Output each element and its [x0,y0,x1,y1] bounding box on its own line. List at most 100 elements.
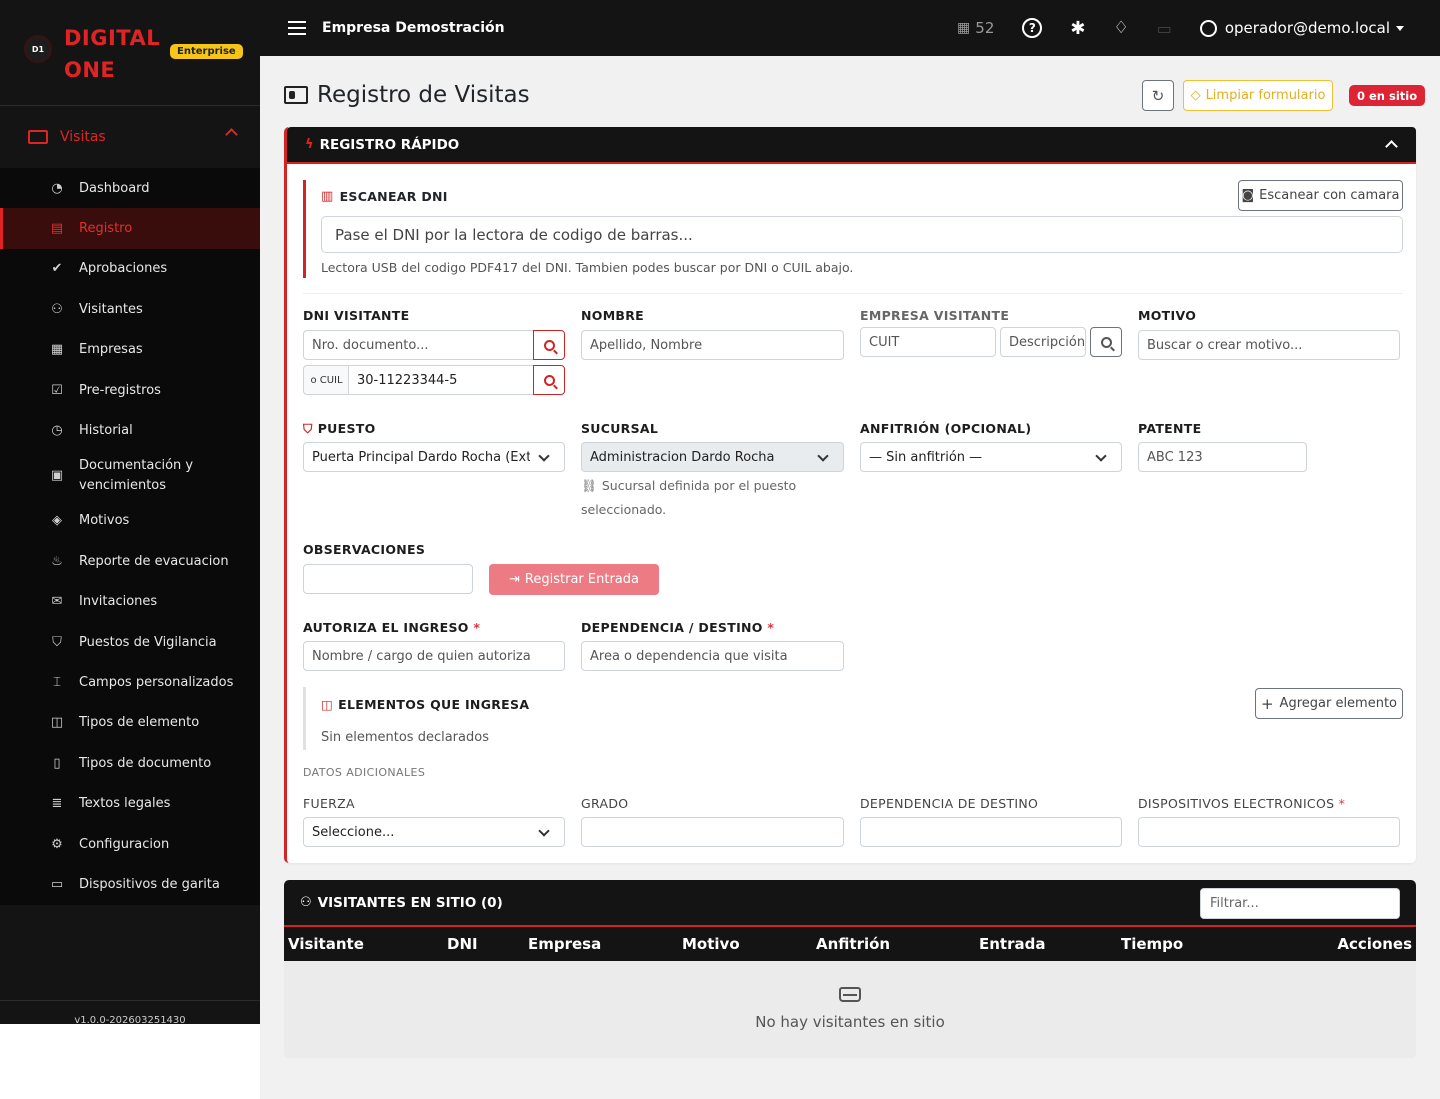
sidebar-item-label: Aprobaciones [79,261,168,277]
sidebar-item-label: Invitaciones [79,594,158,610]
question-icon: ? [1022,18,1043,38]
puesto-value: Puerta Principal Dardo Rocha (Exterior) [312,449,530,465]
fuerza-select[interactable]: Seleccione... [303,817,565,847]
brand-name-line2: ONE [64,58,116,82]
cuit-input[interactable]: CUIT [860,327,996,357]
column-header[interactable]: Visitante [288,935,364,953]
observaciones-label: OBSERVACIONES [303,542,426,557]
sidebar-item-evacuacion[interactable]: ♨ Reporte de evacuacion [0,541,260,581]
dni-search-button[interactable] [533,330,565,360]
autoriza-label: AUTORIZA EL INGRESO * [303,620,480,635]
on-site-badge: 0 en sitio [1349,85,1426,106]
motivo-input[interactable]: Buscar o crear motivo... [1138,330,1400,360]
sidebar-item-puestos[interactable]: ⛉ Puestos de Vigilancia [0,622,260,662]
sidebar-item-campos[interactable]: ⌶ Campos personalizados [0,662,260,702]
sidebar-item-empresas[interactable]: ▦ Empresas [0,330,260,370]
visitors-empty-state: No hay visitantes en sitio [284,961,1416,1031]
empresa-descripcion-input[interactable]: Descripción [1000,327,1086,357]
user-email: operador@demo.local [1224,19,1390,37]
plus-icon: + [1260,694,1274,713]
autoriza-input[interactable]: Nombre / cargo de quien autoriza [303,641,565,671]
menu-toggle-icon[interactable] [288,21,306,35]
quick-register-card: ϟ REGISTRO RÁPIDO ▥ ESCANEAR DNI ◙ Escanea… [284,127,1416,863]
help-button[interactable]: ? [1022,18,1043,38]
chevron-up-icon[interactable] [1385,140,1398,153]
add-element-button[interactable]: + Agregar elemento [1255,688,1403,719]
nav-group-visitas[interactable]: Visitas [0,106,260,168]
tablet-icon: ▭ [50,876,64,892]
nav-group-label: Visitas [60,129,106,145]
motivo-label: MOTIVO [1138,308,1197,323]
clear-form-button[interactable]: ◇ Limpiar formulario [1183,80,1333,111]
clear-form-label: Limpiar formulario [1205,88,1326,103]
cuil-search-button[interactable] [533,365,565,395]
scan-camera-button[interactable]: ◙ Escanear con camara [1238,180,1403,211]
sidebar-item-visitantes[interactable]: ⚇ Visitantes [0,289,260,329]
search-icon [1100,336,1112,348]
column-header[interactable]: Tiempo [1121,935,1183,953]
file-text-icon: ≣ [51,796,63,812]
plan-badge: Enterprise [170,44,243,59]
box-icon: ◫ [50,715,64,731]
dispositivos-input[interactable] [1138,817,1400,847]
scan-help-text: Lectora USB del codigo PDF417 del DNI. T… [321,260,854,275]
barcode-scan-input[interactable]: Pase el DNI por la lectora de codigo de … [321,216,1403,253]
sidebar-item-label: Puestos de Vigilancia [79,634,217,650]
extra-data-title: DATOS ADICIONALES [303,766,426,779]
sidebar-item-aprobaciones[interactable]: ✔ Aprobaciones [0,249,260,289]
sucursal-help: ⛓ Sucursal definida por el puesto selecci… [581,474,821,522]
nombre-input[interactable]: Apellido, Nombre [581,330,844,360]
chat-button[interactable]: ▭ [1157,19,1172,38]
brand-name-line1: DIGITAL [64,26,161,50]
cuil-input[interactable]: 30-11223344-5 [348,365,534,395]
link-icon: ⛓ [581,478,597,493]
sidebar-item-pre-registros[interactable]: ☑ Pre-registros [0,370,260,410]
sidebar-item-label: Motivos [79,513,130,529]
quick-register-header[interactable]: ϟ REGISTRO RÁPIDO [287,127,1416,164]
column-header[interactable]: Motivo [682,935,740,953]
bug-report-button[interactable]: ✱ [1070,18,1085,39]
sidebar-item-invitaciones[interactable]: ✉ Invitaciones [0,582,260,622]
visitors-filter-input[interactable]: Filtrar... [1200,888,1400,919]
refresh-button[interactable]: ↻ [1142,80,1174,111]
sidebar-item-configuracion[interactable]: ⚙ Configuracion [0,824,260,864]
chat-icon: ▭ [1156,18,1172,38]
puesto-select[interactable]: Puerta Principal Dardo Rocha (Exterior) [303,442,565,472]
sidebar-item-motivos[interactable]: ◈ Motivos [0,501,260,541]
patente-input[interactable]: ABC 123 [1138,442,1307,472]
dep-destino-input[interactable] [860,817,1122,847]
sidebar-item-tipos-elemento[interactable]: ◫ Tipos de elemento [0,703,260,743]
user-menu[interactable]: operador@demo.local [1199,19,1404,37]
empresa-search-button[interactable] [1090,327,1122,357]
sidebar-item-tipos-documento[interactable]: ▯ Tipos de documento [0,743,260,783]
column-header[interactable]: Entrada [979,935,1045,953]
sidebar-item-registro[interactable]: ▤ Registro [0,208,260,249]
file-icon: ▯ [53,755,61,771]
sidebar-item-documentacion[interactable]: ▣ Documentación y vencimientos [0,451,260,501]
sidebar-item-dispositivos[interactable]: ▭ Dispositivos de garita [0,864,260,904]
sidebar-item-dashboard[interactable]: ◔ Dashboard [0,168,260,208]
observaciones-input[interactable] [303,564,473,594]
register-entry-button[interactable]: ⇥ Registrar Entrada [489,564,659,595]
gear-icon: ⚙ [51,836,63,852]
column-header[interactable]: Empresa [528,935,601,953]
elements-title-text: ELEMENTOS QUE INGRESA [338,697,530,712]
dependencia-input[interactable]: Area o dependencia que visita [581,641,844,671]
buildings-counter[interactable]: ▦ 52 [957,19,994,37]
anfitrion-select[interactable]: — Sin anfitrión — [860,442,1122,472]
brand-name[interactable]: DIGITAL ONE [64,22,160,86]
required-mark: * [473,620,481,635]
ideas-button[interactable]: ♢ [1113,18,1128,38]
sidebar-item-label: Documentación y vencimientos [79,457,194,493]
quick-register-title: REGISTRO RÁPIDO [319,136,460,153]
sign-in-icon: ⇥ [509,572,520,587]
column-header[interactable]: Anfitrión [816,935,890,953]
sidebar-item-textos-legales[interactable]: ≣ Textos legales [0,783,260,823]
grado-input[interactable] [581,817,844,847]
dni-input[interactable]: Nro. documento... [303,330,534,360]
company-name[interactable]: Empresa Demostración [322,20,505,36]
chevron-up-icon [225,128,238,141]
column-header[interactable]: DNI [447,935,478,953]
sidebar-item-historial[interactable]: ◷ Historial [0,410,260,450]
check-double-icon: ✔ [51,261,63,277]
